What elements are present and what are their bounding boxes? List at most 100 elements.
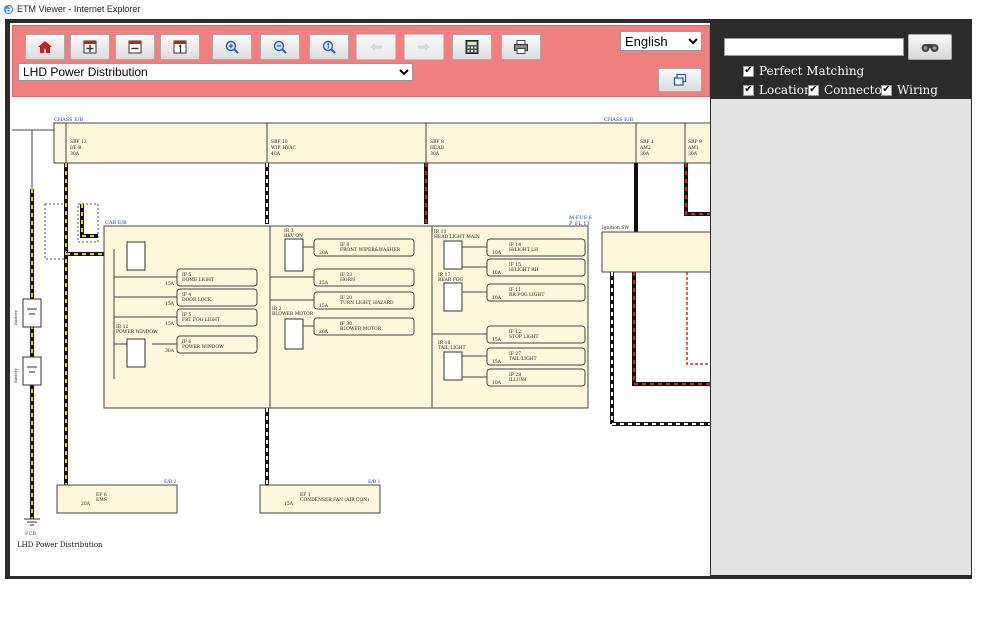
fuse-name: HORN [340,277,355,283]
top-fuse-amp: 30A [430,151,440,157]
relay-name: REAR FOG [438,277,464,283]
wiring-diagram: CHASS E/B CHASS E/B SBF 13 I/E-B 30A SBF… [12,117,710,549]
relay-icon [126,241,146,271]
ie-icon [3,4,14,14]
relay-icon [443,240,463,270]
top-fuse-name: HEAD [430,145,444,151]
top-fuse-id: SBF 9 [688,139,702,145]
fuse-amp: 10A [492,295,502,301]
top-fuse-amp: 30A [70,151,80,157]
fuse-name: STOP LIGHT [509,334,539,340]
checkbox-box[interactable]: ✔ [743,65,754,77]
location-checkbox[interactable]: ✔ Location [743,83,812,97]
fuse-amp: 15A [165,281,175,287]
window-titlebar: ETM Viewer - Internet Explorer [0,0,1000,18]
fuse-name: TURN LIGHT, HAZARD [340,300,394,306]
fuse-name: POWER WINDOW [182,344,224,350]
fuse-name: FRT FOG LIGHT [182,317,220,323]
engine-box-2 [56,484,178,514]
search-input[interactable] [724,38,904,56]
eb1-label: E/B 1 [368,479,381,485]
fuse-amp: 15A [165,321,175,327]
printer-icon [514,40,528,54]
calculator-button[interactable] [452,34,492,60]
restore-window-icon [673,73,687,86]
diagram-caption: LHD Power Distribution [17,541,103,549]
fuse-amp: 10A [492,380,502,386]
connector-checkbox[interactable]: ✔ Connector [808,83,887,97]
top-fuse-id: SBF 13 [70,139,87,145]
checkbox-box[interactable]: ✔ [808,84,819,96]
home-button[interactable] [25,34,65,60]
checkbox-label: Wiring [897,83,938,97]
minus-box-icon [128,40,142,54]
mfuse2-label: P_FL 13 [569,221,590,227]
expand-button[interactable] [70,34,110,60]
window-title: ETM Viewer - Internet Explorer [17,4,141,14]
relay-icon [443,282,463,312]
fuse-amp: 15A [319,303,329,309]
diagram-canvas[interactable]: CHASS E/B CHASS E/B SBF 13 I/E-B 30A SBF… [12,99,710,574]
toolbar: English LHD Power Distribution [12,25,710,97]
fuse-name: EMS [96,497,107,503]
top-fuse-name: I/E-B [70,145,82,151]
relay-name: HEAD LIGHT MAIN [434,234,480,240]
top-fuse-name: WIP. HVAC [271,145,296,151]
fuse-amp: 20A [319,250,329,256]
search-sidebar: ✔ Perfect Matching ✔ Location ✔ Connecto… [710,23,972,576]
forward-button[interactable] [404,34,444,60]
back-button[interactable] [356,34,396,60]
zoom-fit-button[interactable] [309,34,349,60]
fuse-amp: 10A [492,270,502,276]
fuse-amp: 15A [284,501,294,507]
fuse-name: BLOWER MOTOR [340,326,382,332]
calculator-icon [465,40,479,54]
fuse-name: FRONT WIPER&WASHER [340,247,401,253]
top-fuse-name: AM1 [687,145,699,151]
home-icon [38,41,52,53]
chassis-junction-box [53,122,710,164]
zoom-out-button[interactable] [260,34,300,60]
top-fuse-amp: 40A [271,151,281,157]
fuse-amp: 10A [492,250,502,256]
checkbox-box[interactable]: ✔ [881,84,892,96]
plus-box-icon [83,40,97,54]
arrow-left-icon [370,43,382,51]
eb2-label: E/B 2 [164,479,177,485]
relay-icon [126,338,146,368]
fuse-name: ILLUMI [509,377,527,383]
battery-1 [22,298,42,328]
checkbox-label: Connector [824,83,888,97]
relay-name: BLOWER MOTOR [272,311,314,317]
chassis-left-label: CHASS E/B [54,117,83,123]
wiring-checkbox[interactable]: ✔ Wiring [881,83,938,97]
print-button[interactable] [501,34,541,60]
search-button[interactable] [908,34,952,60]
battery-2-label: Battery [13,367,18,383]
checkbox-label: Perfect Matching [759,64,865,78]
restore-window-button[interactable] [658,68,702,92]
relay-name: TAIL LIGHT [438,345,466,351]
zoom-in-icon [225,40,239,54]
zoom-reset-icon [322,40,336,54]
fuse-name: TAIL LIGHT [509,356,537,362]
top-fuse-amp: 30A [688,151,698,157]
fuse-amp: 15A [319,280,329,286]
diagram-select[interactable]: LHD Power Distribution [18,63,413,81]
collapse-button[interactable] [115,34,155,60]
checkbox-box[interactable]: ✔ [743,84,754,96]
perfect-matching-checkbox[interactable]: ✔ Perfect Matching [743,64,864,78]
fit-page-button[interactable] [160,34,200,60]
zoom-in-button[interactable] [212,34,252,60]
relay-name: POWER WINDOW [116,329,158,335]
fuse-amp: 15A [492,337,502,343]
ignition-switch [601,231,710,273]
top-fuse-id: SBF 1 [640,139,654,145]
fuse-name: DOME LIGHT [182,277,214,283]
fuse-amp: 30A [165,348,175,354]
zoom-out-icon [273,40,287,54]
top-fuse-name: AM2 [639,145,651,151]
top-fuse-amp: 30A [640,151,650,157]
top-fuse-id: SBF 8 [430,139,444,145]
language-select[interactable]: English [620,31,702,51]
